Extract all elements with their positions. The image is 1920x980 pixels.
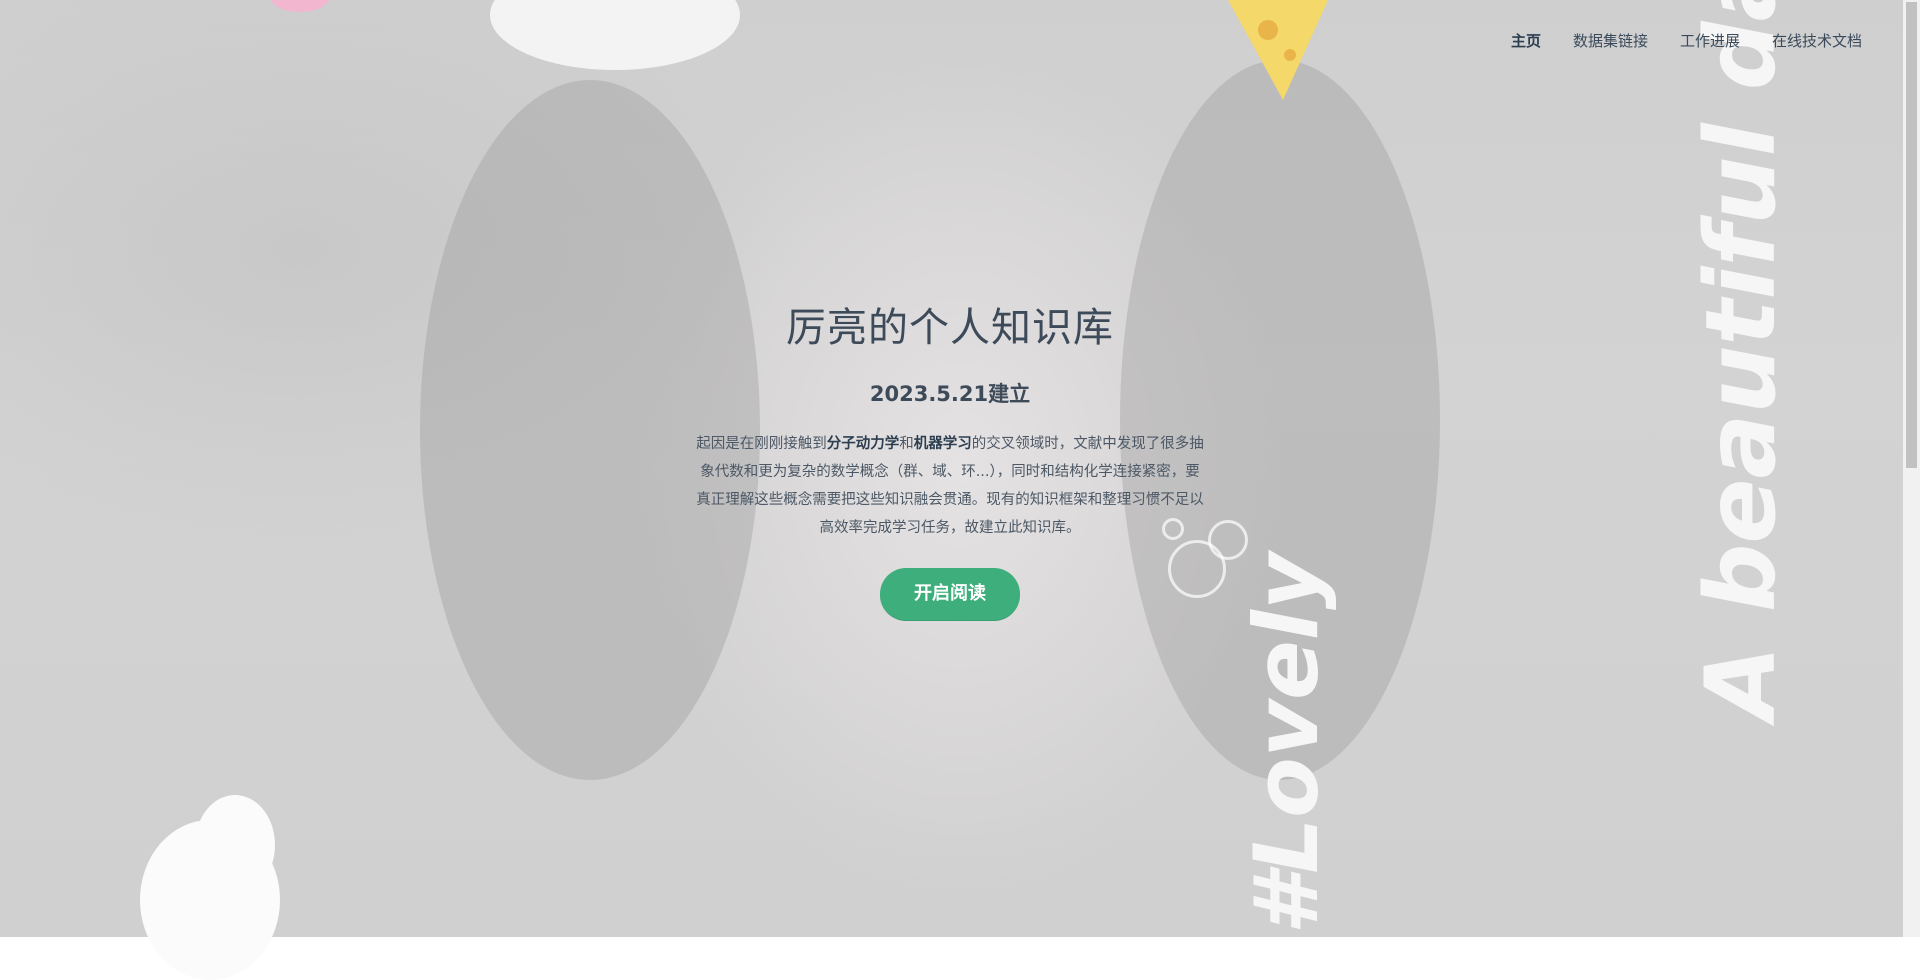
desc-text: 和 xyxy=(899,436,914,452)
start-reading-button[interactable]: 开启阅读 xyxy=(880,568,1020,621)
cheese-sticker xyxy=(1228,0,1328,100)
hero-date-suffix: 建立 xyxy=(988,382,1031,406)
deco-text-beautiful-day: A beautiful day xyxy=(1685,0,1797,720)
nav-item-online-docs[interactable]: 在线技术文档 xyxy=(1772,26,1862,56)
top-nav: 主页 数据集链接 工作进展 在线技术文档 xyxy=(1479,26,1862,56)
desc-bold-ml: 机器学习 xyxy=(913,436,972,452)
hero-section: 厉亮的个人知识库 2023.5.21建立 起因是在刚刚接触到分子动力学和机器学习… xyxy=(660,300,1240,621)
hero-date-value: 2023.5.21 xyxy=(869,382,989,406)
page-scrollbar[interactable] xyxy=(1903,0,1920,937)
hero-date: 2023.5.21建立 xyxy=(660,378,1240,408)
hero-description: 起因是在刚刚接触到分子动力学和机器学习的交叉领域时，文献中发现了很多抽象代数和更… xyxy=(695,430,1205,542)
desc-text: 起因是在刚刚接触到 xyxy=(696,436,827,452)
nav-item-home[interactable]: 主页 xyxy=(1511,26,1541,56)
cloud-sticker xyxy=(195,795,275,895)
nav-item-work-progress[interactable]: 工作进展 xyxy=(1680,26,1740,56)
page-title: 厉亮的个人知识库 xyxy=(786,305,1114,351)
desc-bold-md: 分子动力学 xyxy=(826,436,900,452)
nav-item-dataset-links[interactable]: 数据集链接 xyxy=(1573,26,1648,56)
deco-text-lovely: #Lovely xyxy=(1235,552,1338,935)
scrollbar-thumb[interactable] xyxy=(1906,2,1917,468)
